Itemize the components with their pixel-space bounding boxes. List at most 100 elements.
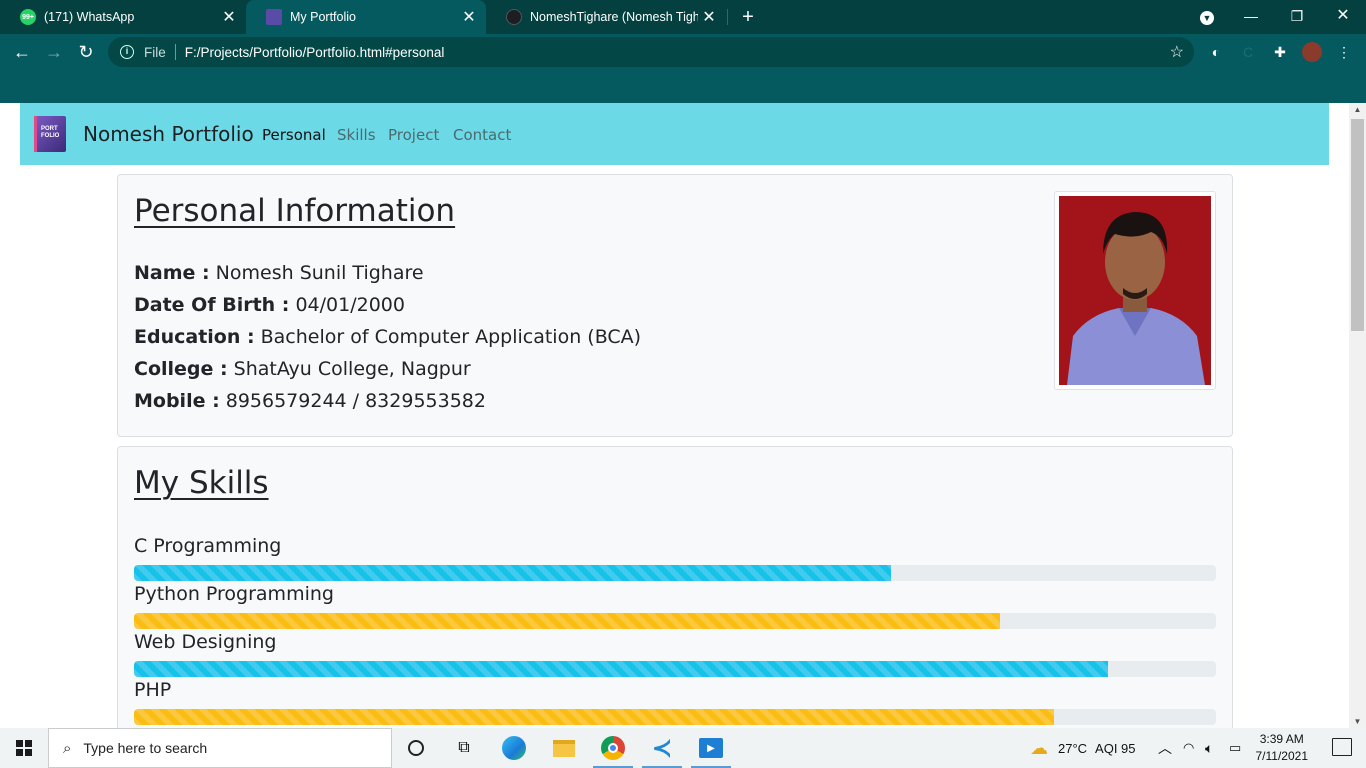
- video-editor-icon[interactable]: ▶: [687, 728, 735, 768]
- close-tab-icon[interactable]: ✕: [458, 7, 480, 27]
- brand-name[interactable]: Nomesh Portfolio: [83, 122, 254, 146]
- vscode-icon[interactable]: ≺: [638, 728, 686, 768]
- page-viewport: PORT FOLIO Nomesh Portfolio Personal Ski…: [0, 103, 1366, 728]
- info-label: Mobile :: [134, 390, 220, 412]
- info-label: Name :: [134, 262, 210, 284]
- profile-avatar[interactable]: [1302, 42, 1322, 62]
- info-row-name: Name : Nomesh Sunil Tighare: [134, 262, 424, 284]
- tab-title: My Portfolio: [290, 10, 356, 24]
- close-tab-icon[interactable]: ✕: [218, 7, 240, 27]
- portfolio-favicon-icon: [266, 9, 282, 25]
- back-icon[interactable]: ←: [8, 38, 36, 66]
- new-tab-button[interactable]: +: [736, 4, 760, 30]
- taskbar-search[interactable]: ⌕ Type here to search: [48, 728, 392, 768]
- task-view-icon[interactable]: ⧉: [440, 728, 488, 768]
- skill-progress: [134, 565, 1216, 581]
- info-value: ShatAyu College, Nagpur: [233, 358, 471, 380]
- portfolio-logo[interactable]: PORT FOLIO: [34, 116, 66, 152]
- profile-dropdown-icon[interactable]: ▼: [1184, 0, 1230, 34]
- info-row-dob: Date Of Birth : 04/01/2000: [134, 294, 405, 316]
- file-explorer-icon[interactable]: [540, 728, 588, 768]
- page-scrollbar[interactable]: ▲ ▼: [1349, 103, 1366, 728]
- person-portrait-icon: [1059, 196, 1211, 385]
- wifi-icon[interactable]: ◠: [1183, 728, 1194, 768]
- extension-c-icon[interactable]: C: [1238, 42, 1258, 62]
- site-navbar: PORT FOLIO Nomesh Portfolio Personal Ski…: [20, 103, 1329, 165]
- github-icon: [506, 9, 522, 25]
- browser-toolbar: ← → ↻ i File F:/Projects/Portfolio/Portf…: [0, 34, 1366, 70]
- weather-widget[interactable]: ☁ 27°C AQI 95: [1030, 728, 1136, 768]
- forward-icon[interactable]: →: [40, 38, 68, 66]
- address-url[interactable]: F:/Projects/Portfolio/Portfolio.html#per…: [185, 45, 445, 60]
- extensions-puzzle-icon[interactable]: ✚: [1270, 42, 1290, 62]
- windows-taskbar: ⌕ Type here to search ⧉ ≺ ▶ ☁ 27°C AQI 9…: [0, 728, 1366, 768]
- info-value: Nomesh Sunil Tighare: [215, 262, 424, 284]
- skill-label: Python Programming: [134, 583, 334, 605]
- bookmark-star-icon[interactable]: ☆: [1170, 42, 1184, 62]
- info-label: Education :: [134, 326, 255, 348]
- start-button[interactable]: [0, 728, 48, 768]
- personal-info-card: Personal Information Name : Nomesh Sunil…: [117, 174, 1233, 437]
- show-hidden-icons-chevron-icon[interactable]: ︿: [1158, 728, 1172, 768]
- address-scheme-label: File: [144, 44, 166, 60]
- skill-progress-bar: [134, 661, 1108, 677]
- skill-progress: [134, 613, 1216, 629]
- personal-info-heading: Personal Information: [134, 193, 456, 229]
- info-row-mobile: Mobile : 8956579244 / 8329553582: [134, 390, 486, 412]
- tab-github[interactable]: NomeshTighare (Nomesh Tighare) ✕: [486, 0, 726, 34]
- skill-label: PHP: [134, 679, 172, 701]
- weather-temp: 27°C: [1058, 740, 1088, 756]
- bookmark-bar: [0, 70, 1366, 103]
- site-info-icon[interactable]: i: [120, 45, 134, 59]
- notification-center-icon[interactable]: [1332, 738, 1352, 756]
- info-row-education: Education : Bachelor of Computer Applica…: [134, 326, 641, 348]
- tab-title: (171) WhatsApp: [44, 10, 135, 24]
- search-icon: ⌕: [63, 739, 72, 757]
- edge-icon[interactable]: [490, 728, 538, 768]
- nav-link-contact[interactable]: Contact: [453, 126, 511, 144]
- close-tab-icon[interactable]: ✕: [698, 7, 720, 27]
- system-clock[interactable]: 3:39 AM 7/11/2021: [1256, 731, 1309, 765]
- tab-my-portfolio[interactable]: My Portfolio ✕: [246, 0, 486, 34]
- volume-icon[interactable]: 🔈︎: [1205, 728, 1213, 768]
- tab-divider: [727, 9, 728, 25]
- close-window-button[interactable]: ✕: [1320, 0, 1366, 34]
- reload-icon[interactable]: ↻: [72, 38, 100, 66]
- skill-progress: [134, 661, 1216, 677]
- address-bar[interactable]: i File F:/Projects/Portfolio/Portfolio.h…: [108, 37, 1194, 67]
- skills-heading: My Skills: [134, 465, 269, 501]
- extension-shield-icon[interactable]: ◐: [1206, 42, 1226, 62]
- profile-photo-image: [1059, 196, 1211, 385]
- cortana-icon[interactable]: [392, 728, 440, 768]
- nav-link-personal[interactable]: Personal: [262, 126, 326, 144]
- info-value: 8956579244 / 8329553582: [225, 390, 486, 412]
- scroll-down-icon[interactable]: ▼: [1349, 717, 1366, 726]
- restore-button[interactable]: ❐: [1274, 0, 1320, 34]
- battery-icon[interactable]: ▭: [1229, 728, 1241, 768]
- scrollbar-thumb[interactable]: [1351, 119, 1364, 331]
- skill-label: Web Designing: [134, 631, 277, 653]
- info-value: 04/01/2000: [295, 294, 405, 316]
- weather-aqi: AQI 95: [1095, 740, 1136, 756]
- nav-link-project[interactable]: Project: [388, 126, 439, 144]
- nav-link-skills[interactable]: Skills: [337, 126, 376, 144]
- weather-cloud-sun-icon: ☁: [1030, 737, 1048, 758]
- skill-label: C Programming: [134, 535, 282, 557]
- tab-title: NomeshTighare (Nomesh Tighare): [530, 10, 698, 24]
- tab-whatsapp[interactable]: 99+ (171) WhatsApp ✕: [0, 0, 246, 34]
- windows-logo-icon: [16, 740, 32, 756]
- scroll-up-icon[interactable]: ▲: [1349, 105, 1366, 114]
- skill-progress-bar: [134, 565, 892, 581]
- skill-progress-bar: [134, 709, 1054, 725]
- logo-text: PORT FOLIO: [41, 126, 60, 139]
- skills-card: My Skills C Programming Python Programmi…: [117, 446, 1233, 728]
- search-placeholder: Type here to search: [83, 740, 208, 756]
- chrome-icon[interactable]: [589, 728, 637, 768]
- info-value: Bachelor of Computer Application (BCA): [260, 326, 642, 348]
- menu-kebab-icon[interactable]: ⋮: [1334, 42, 1354, 62]
- profile-photo: [1054, 191, 1216, 390]
- minimize-button[interactable]: —: [1228, 0, 1274, 34]
- info-row-college: College : ShatAyu College, Nagpur: [134, 358, 471, 380]
- address-divider: [174, 44, 176, 60]
- tab-strip: 99+ (171) WhatsApp ✕ My Portfolio ✕ Nome…: [0, 0, 1366, 34]
